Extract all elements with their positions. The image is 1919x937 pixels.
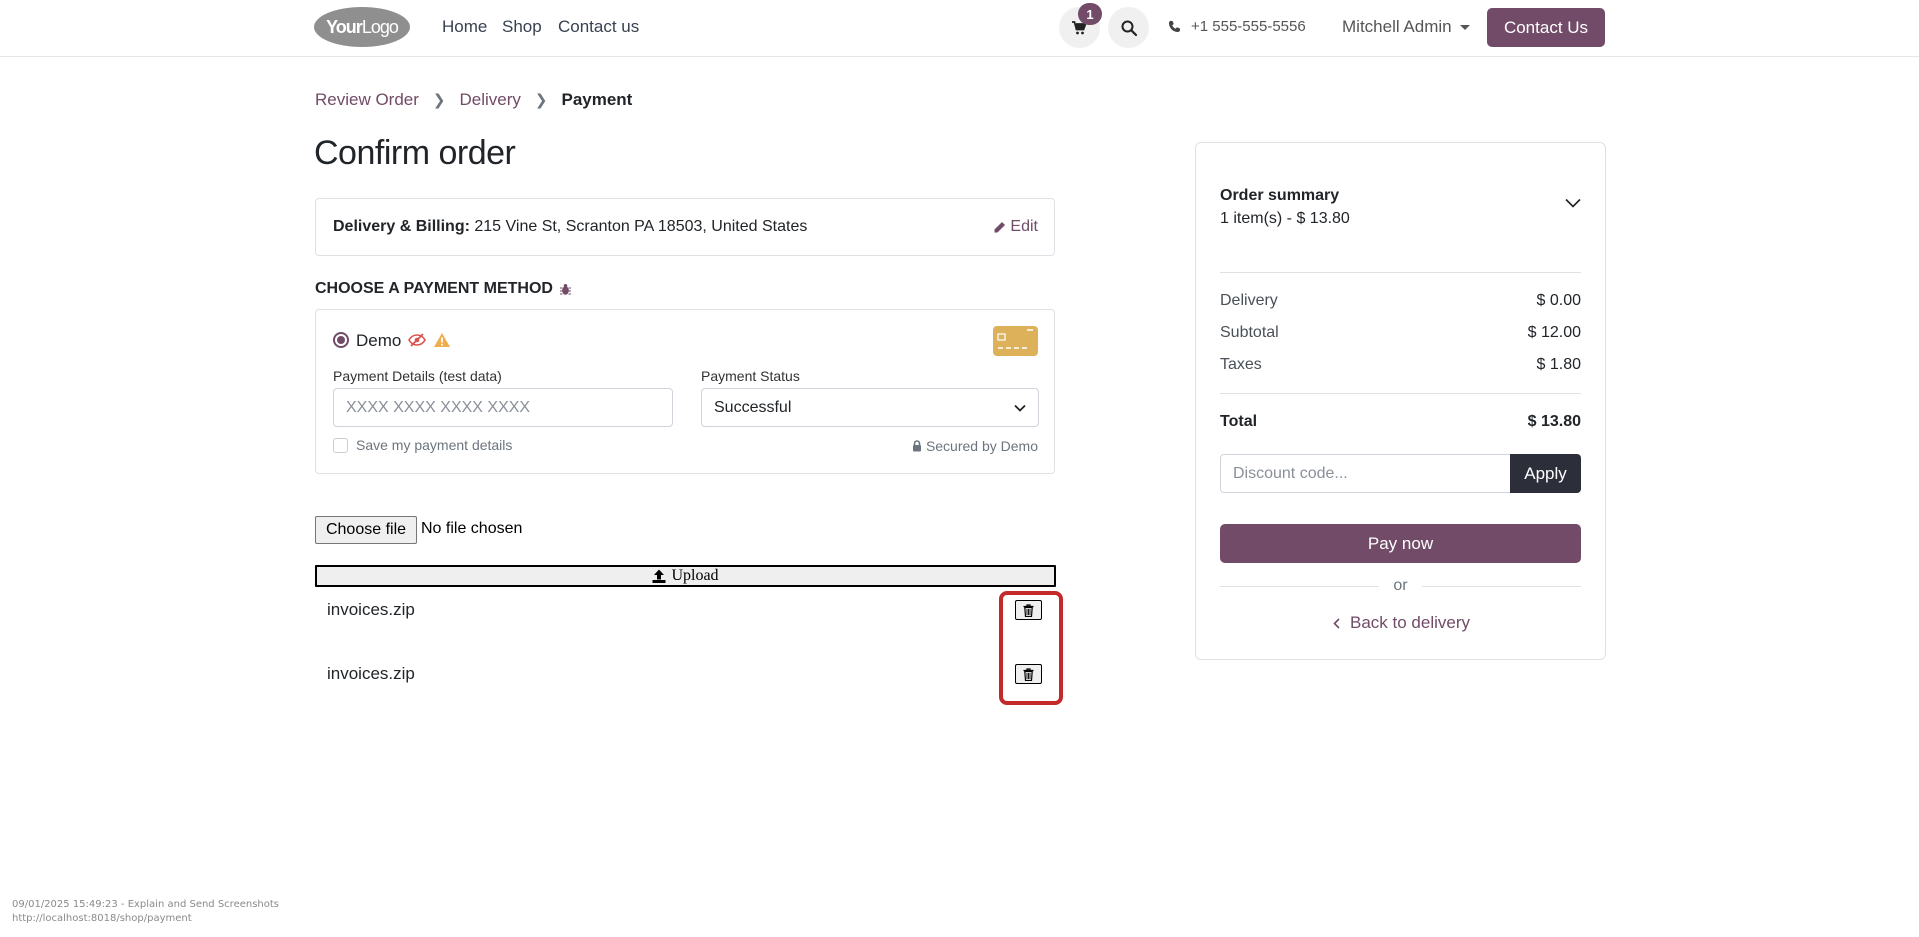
nav-shop[interactable]: Shop [502,17,542,37]
chevron-right-icon: ❯ [432,92,446,109]
delete-buttons-highlight [999,591,1063,705]
breadcrumb-delivery[interactable]: Delivery [460,90,521,110]
divider [1220,393,1581,394]
order-summary-card: Order summary 1 item(s) - $ 13.80 Delive… [1195,142,1606,660]
or-text: or [1393,577,1408,594]
divider [1421,585,1582,587]
contact-us-button[interactable]: Contact Us [1487,8,1605,47]
checkout-breadcrumb: Review Order ❯ Delivery ❯ Payment [315,90,632,110]
pay-now-button[interactable]: Pay now [1220,524,1581,563]
payment-details-label: Payment Details (test data) [333,368,502,384]
payment-status-label: Payment Status [701,368,800,384]
payment-method-title-text: CHOOSE A PAYMENT METHOD [315,280,553,297]
payment-demo-radio[interactable] [333,332,349,348]
choose-file-button[interactable]: Choose file [315,516,417,544]
payment-method-title: CHOOSE A PAYMENT METHOD [315,280,572,298]
search-icon [1121,20,1137,36]
payment-status-value: Successful [714,398,792,416]
site-logo[interactable]: YourLogo [314,7,410,47]
divider [1220,585,1380,587]
file-status-text: No file chosen [421,520,523,537]
upload-icon [652,569,666,583]
edit-address-link[interactable]: Edit [993,218,1038,236]
phone-link[interactable]: +1 555-555-5556 [1168,18,1306,35]
address-label: Delivery & Billing: [333,218,470,235]
or-separator: or [1220,576,1582,596]
save-payment-label: Save my payment details [356,437,513,453]
search-button[interactable] [1108,7,1149,48]
warning-icon [434,333,450,347]
screenshot-url: http://localhost:8018/shop/payment [12,913,192,924]
back-to-delivery-label: Back to delivery [1350,613,1470,632]
phone-icon [1169,20,1181,32]
cart-count-badge: 1 [1078,3,1102,25]
summary-subtotal-row: Subtotal $ 12.00 [1220,324,1581,342]
address-card: Delivery & Billing: 215 Vine St, Scranto… [315,198,1055,256]
order-summary-items: 1 item(s) - $ 13.80 [1220,210,1350,227]
summary-total-value: $ 13.80 [1527,413,1581,430]
payment-status-select[interactable]: Successful [701,388,1039,427]
summary-delivery-label: Delivery [1220,292,1278,309]
screenshot-timestamp: 09/01/2025 15:49:23 - Explain and Send S… [12,899,280,910]
breadcrumb-review-order[interactable]: Review Order [315,90,419,110]
lock-icon [912,440,921,452]
payment-method-name: Demo [356,331,402,350]
address-value: 215 Vine St, Scranton PA 18503, United S… [469,218,808,235]
card-number-placeholder: XXXX XXXX XXXX XXXX [346,398,531,416]
upload-button[interactable]: Upload [315,565,1056,587]
nav-contact[interactable]: Contact us [558,17,639,37]
secured-by-note: Secured by Demo [912,438,1038,454]
chevron-left-icon [1333,617,1340,629]
discount-code-input[interactable]: Discount code... [1220,454,1511,493]
breadcrumb-payment: Payment [561,90,633,109]
user-name: Mitchell Admin [1342,17,1452,36]
user-menu[interactable]: Mitchell Admin [1342,17,1470,37]
address-text: Delivery & Billing: 215 Vine St, Scranto… [333,218,807,236]
credit-card-icon [993,326,1038,356]
summary-taxes-label: Taxes [1220,356,1262,373]
summary-total-row: Total $ 13.80 [1220,413,1581,431]
card-number-input[interactable]: XXXX XXXX XXXX XXXX [333,388,673,427]
save-payment-checkbox[interactable] [333,438,348,453]
divider [1220,272,1581,273]
chevron-down-icon [1459,24,1470,30]
back-to-delivery-link[interactable]: Back to delivery [1196,613,1607,633]
payment-method-card: Demo Payment Details (test data) XXXX XX… [315,309,1055,474]
bug-icon [559,283,571,295]
summary-subtotal-label: Subtotal [1220,324,1279,341]
discount-code-placeholder: Discount code... [1233,464,1348,482]
eye-slash-icon [408,333,426,347]
uploaded-file-name: invoices.zip [327,600,415,619]
upload-label: Upload [671,567,719,584]
site-header: YourLogo Home Shop Contact us 1 +1 555-5… [0,0,1919,57]
logo-text: YourLogo [326,16,399,37]
page-title: Confirm order [314,134,516,172]
uploaded-file-name: invoices.zip [327,664,415,683]
order-summary-title: Order summary [1220,187,1340,204]
pencil-icon [994,221,1006,232]
apply-discount-button[interactable]: Apply [1510,454,1581,493]
nav-home[interactable]: Home [442,17,487,37]
summary-subtotal-value: $ 12.00 [1527,324,1581,341]
summary-delivery-row: Delivery $ 0.00 [1220,292,1581,310]
chevron-right-icon: ❯ [534,92,548,109]
summary-total-label: Total [1220,413,1258,430]
summary-delivery-value: $ 0.00 [1536,292,1581,309]
summary-taxes-row: Taxes $ 1.80 [1220,356,1581,374]
chevron-down-icon[interactable] [1565,198,1581,208]
secured-by-text: Secured by Demo [925,438,1038,454]
chevron-down-icon [1014,404,1026,412]
phone-number: +1 555-555-5556 [1191,18,1306,35]
edit-label: Edit [1010,218,1038,235]
summary-taxes-value: $ 1.80 [1536,356,1581,373]
